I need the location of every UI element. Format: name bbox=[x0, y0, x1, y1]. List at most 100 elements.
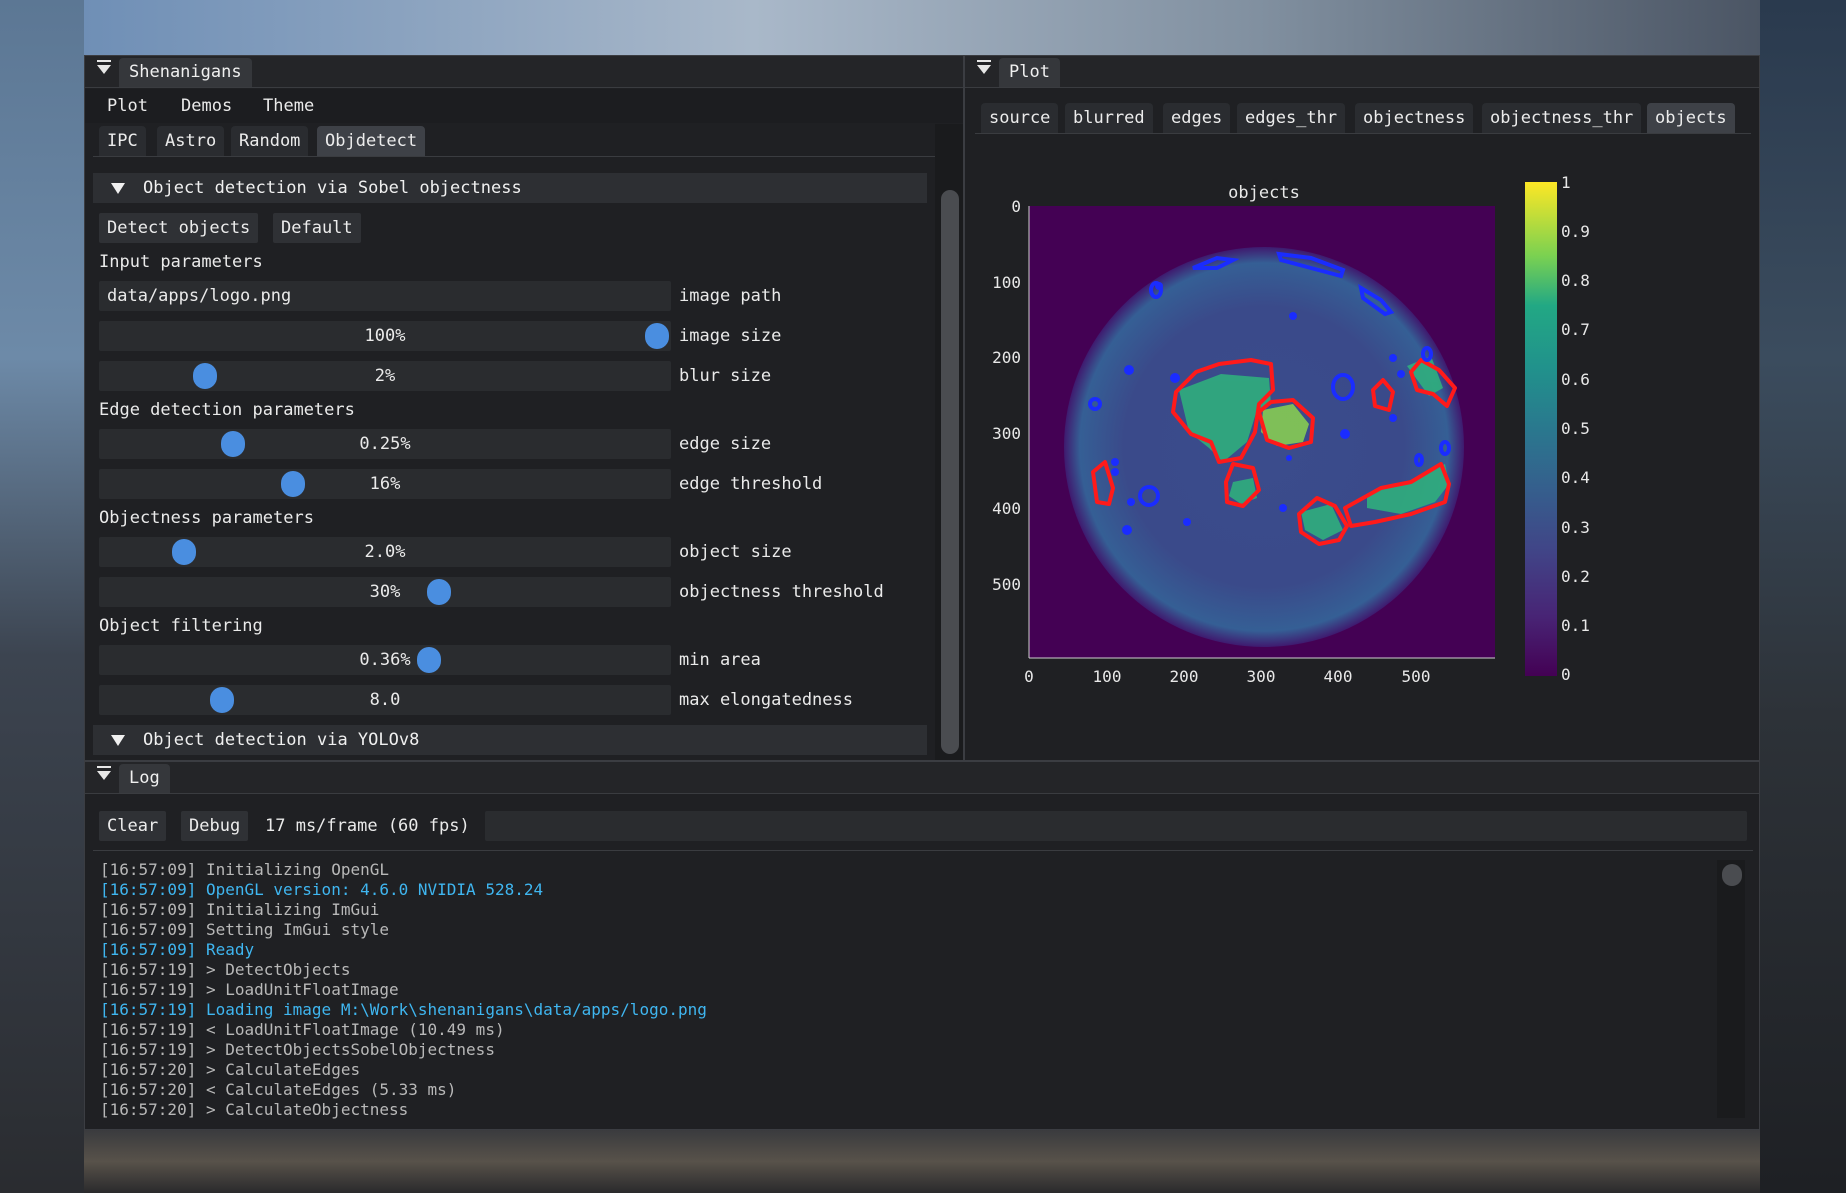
object-size-slider[interactable]: 2.0% bbox=[99, 537, 671, 567]
clear-button[interactable]: Clear bbox=[99, 811, 167, 841]
log-line: [16:57:09] Ready bbox=[100, 940, 255, 959]
x-tick-label: 200 bbox=[1170, 667, 1199, 686]
max-elongatedness-slider[interactable]: 8.0 bbox=[99, 685, 671, 715]
log-line: [16:57:09] Setting ImGui style bbox=[100, 920, 389, 939]
log-filter-input[interactable] bbox=[485, 811, 1747, 841]
window-title[interactable]: Log bbox=[119, 764, 170, 793]
log-line: [16:57:20] > CalculateObjectness bbox=[100, 1100, 409, 1119]
tab-source[interactable]: source bbox=[981, 103, 1059, 133]
edge-size-slider[interactable]: 0.25% bbox=[99, 429, 671, 459]
objectness-threshold-slider[interactable]: 30% bbox=[99, 577, 671, 607]
section-title: Object detection via YOLOv8 bbox=[143, 730, 420, 750]
max-elongatedness-label: max elongatedness bbox=[679, 690, 853, 710]
y-tick-label: 300 bbox=[992, 424, 1021, 443]
window-title[interactable]: Shenanigans bbox=[119, 58, 252, 87]
edge-threshold-label: edge threshold bbox=[679, 474, 823, 494]
section-title: Object detection via Sobel objectness bbox=[143, 178, 522, 198]
tab-objectness[interactable]: objectness bbox=[1355, 103, 1474, 133]
tab-edges[interactable]: edges bbox=[1163, 103, 1231, 133]
scrollbar-thumb[interactable] bbox=[941, 190, 959, 754]
panel-scrollbar[interactable] bbox=[935, 124, 963, 760]
x-ticks: 0 100 200 300 400 500 bbox=[1024, 667, 1430, 686]
object-size-label: object size bbox=[679, 542, 792, 562]
x-tick-label: 100 bbox=[1093, 667, 1122, 686]
min-area-slider[interactable]: 0.36% bbox=[99, 645, 671, 675]
log-line: [16:57:19] > DetectObjects bbox=[100, 960, 351, 979]
colorbar-tick-label: 0 bbox=[1561, 665, 1571, 684]
tab-astro[interactable]: Astro bbox=[157, 126, 225, 156]
tab-objects[interactable]: objects bbox=[1647, 103, 1735, 133]
debug-button[interactable]: Debug bbox=[181, 811, 249, 841]
edge-size-label: edge size bbox=[679, 434, 772, 454]
log-titlebar[interactable]: Log bbox=[85, 762, 1759, 794]
tab-objectness-thr[interactable]: objectness_thr bbox=[1482, 103, 1642, 133]
image-path-label: image path bbox=[679, 286, 782, 306]
group-input-label: Input parameters bbox=[99, 252, 263, 272]
tab-bar-underline bbox=[975, 133, 1751, 134]
min-area-label: min area bbox=[679, 650, 761, 670]
x-tick-label: 400 bbox=[1324, 667, 1353, 686]
colorbar bbox=[1525, 182, 1557, 676]
section-header-sobel[interactable]: Object detection via Sobel objectness bbox=[93, 173, 927, 203]
section-header-yolo[interactable]: Object detection via YOLOv8 bbox=[93, 725, 927, 755]
y-ticks: 0 100 200 300 400 500 bbox=[992, 197, 1021, 594]
collapse-menu-icon[interactable] bbox=[977, 60, 991, 74]
tab-blurred[interactable]: blurred bbox=[1065, 103, 1153, 133]
tab-objdetect[interactable]: Objdetect bbox=[317, 126, 426, 156]
y-tick-label: 0 bbox=[1011, 197, 1021, 216]
tab-ipc[interactable]: IPC bbox=[99, 126, 146, 156]
tab-bar-underline bbox=[93, 156, 935, 157]
detect-objects-button[interactable]: Detect objects bbox=[99, 213, 259, 243]
colorbar-tick-label: 0.9 bbox=[1561, 222, 1590, 241]
window-title[interactable]: Plot bbox=[999, 58, 1060, 87]
log-line: [16:57:09] OpenGL version: 4.6.0 NVIDIA … bbox=[100, 880, 544, 899]
tab-edges-thr[interactable]: edges_thr bbox=[1237, 103, 1346, 133]
menu-theme[interactable]: Theme bbox=[263, 96, 314, 116]
x-tick-label: 300 bbox=[1247, 667, 1276, 686]
colorbar-tick-label: 0.1 bbox=[1561, 616, 1590, 635]
collapse-menu-icon[interactable] bbox=[97, 60, 111, 74]
edge-threshold-slider[interactable]: 16% bbox=[99, 469, 671, 499]
colorbar-ticks: 1 0.9 0.8 0.7 0.6 0.5 0.4 0.3 0.2 0.1 0 bbox=[1561, 173, 1590, 684]
plot-titlebar[interactable]: Plot bbox=[965, 56, 1759, 88]
log-line: [16:57:20] > CalculateEdges bbox=[100, 1060, 361, 1079]
blur-size-label: blur size bbox=[679, 366, 772, 386]
log-scrollbar[interactable] bbox=[1717, 860, 1745, 1118]
desktop-background-right bbox=[1760, 0, 1846, 1193]
menu-bar: Plot Demos Theme bbox=[85, 89, 963, 123]
y-tick-label: 400 bbox=[992, 499, 1021, 518]
colorbar-tick-label: 0.5 bbox=[1561, 419, 1590, 438]
x-tick-label: 500 bbox=[1402, 667, 1431, 686]
group-filtering-label: Object filtering bbox=[99, 616, 263, 636]
log-line: [16:57:19] Loading image M:\Work\shenani… bbox=[100, 1000, 707, 1019]
log-divider bbox=[93, 850, 1753, 851]
shenanigans-window: Shenanigans Plot Demos Theme IPC Astro R… bbox=[84, 55, 964, 761]
image-size-slider[interactable]: 100% bbox=[99, 321, 671, 351]
group-edge-label: Edge detection parameters bbox=[99, 400, 355, 420]
log-line: [16:57:19] < LoadUnitFloatImage (10.49 m… bbox=[100, 1020, 505, 1039]
shenanigans-titlebar[interactable]: Shenanigans bbox=[85, 56, 963, 88]
objects-plot[interactable]: objects 0 100 200 300 400 500 0 100 200 … bbox=[971, 142, 1751, 742]
blur-size-slider[interactable]: 2% bbox=[99, 361, 671, 391]
colorbar-tick-label: 0.3 bbox=[1561, 518, 1590, 537]
desktop-background-bottom bbox=[84, 1130, 1760, 1193]
y-tick-label: 500 bbox=[992, 575, 1021, 594]
colorbar-tick-label: 0.2 bbox=[1561, 567, 1590, 586]
default-button[interactable]: Default bbox=[273, 213, 361, 243]
expanded-arrow-icon bbox=[111, 735, 125, 746]
menu-demos[interactable]: Demos bbox=[181, 96, 232, 116]
objectness-threshold-label: objectness threshold bbox=[679, 582, 884, 602]
menu-plot[interactable]: Plot bbox=[107, 96, 148, 116]
colorbar-tick-label: 0.6 bbox=[1561, 370, 1590, 389]
image-path-input[interactable]: data/apps/logo.png bbox=[99, 281, 671, 311]
scrollbar-thumb[interactable] bbox=[1722, 864, 1742, 886]
x-tick-label: 0 bbox=[1024, 667, 1034, 686]
desktop-background-top bbox=[84, 0, 1760, 55]
tab-random[interactable]: Random bbox=[231, 126, 309, 156]
log-line: [16:57:20] < CalculateEdges (5.33 ms) bbox=[100, 1080, 457, 1099]
image-size-label: image size bbox=[679, 326, 782, 346]
colorbar-tick-label: 0.7 bbox=[1561, 320, 1590, 339]
sun-disk bbox=[1064, 247, 1464, 647]
y-tick-label: 100 bbox=[992, 273, 1021, 292]
collapse-menu-icon[interactable] bbox=[97, 766, 111, 780]
